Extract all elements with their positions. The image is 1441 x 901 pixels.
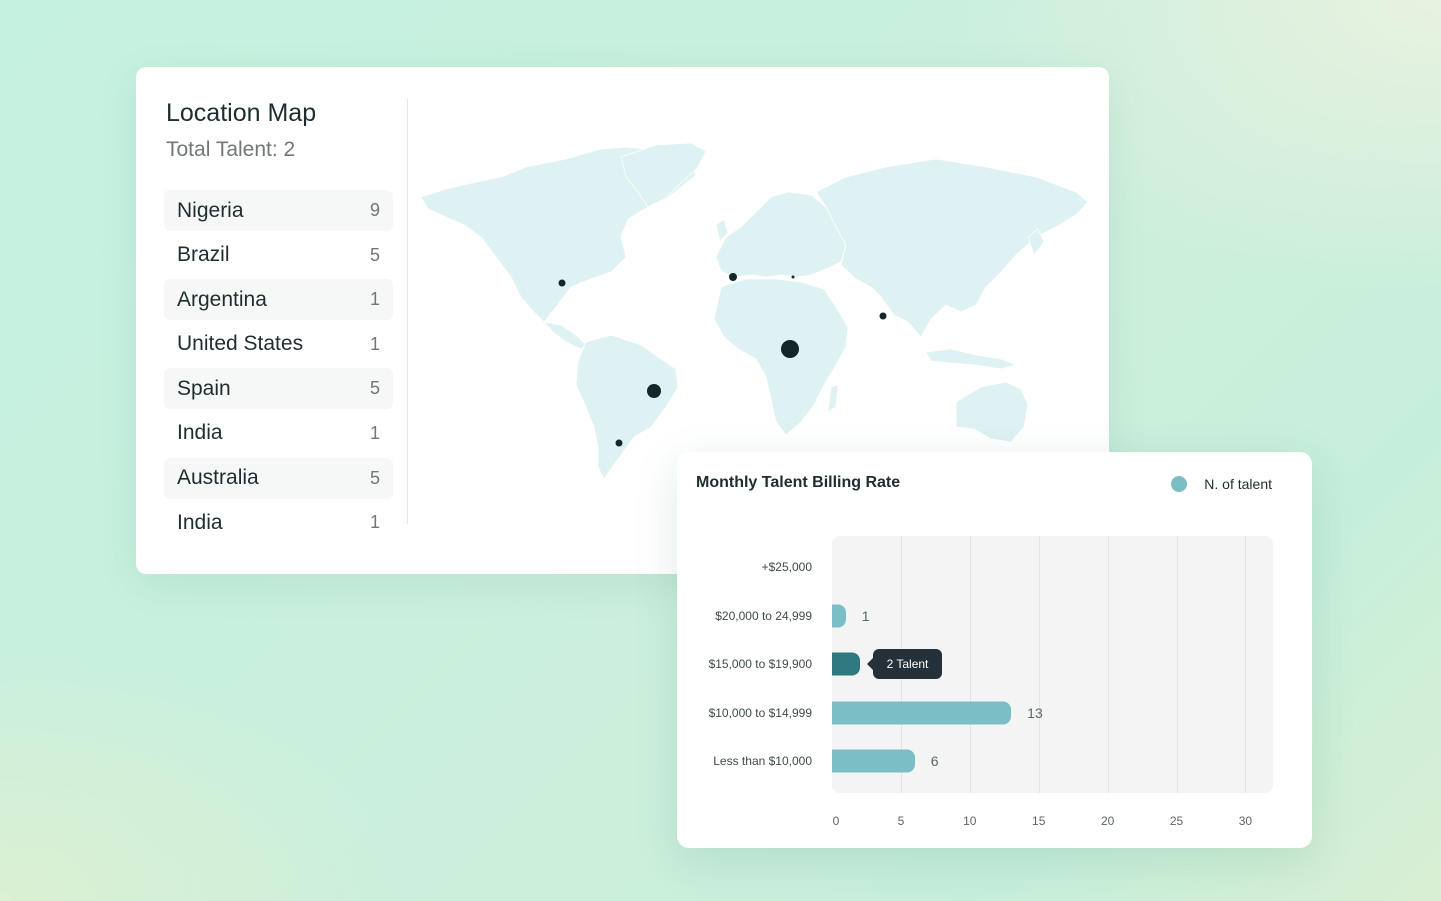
bar[interactable]: [832, 701, 1012, 725]
x-tick-label: 15: [1032, 814, 1046, 828]
country-name: Nigeria: [177, 198, 244, 222]
legend-label: N. of talent: [1204, 476, 1272, 492]
country-row[interactable]: Brazil 5: [164, 235, 393, 276]
legend-dot-icon: [1171, 476, 1188, 492]
chart-plot-area: 1 2 Talent 13 6: [832, 536, 1273, 793]
panel-divider: [407, 99, 408, 524]
location-map-title: Location Map: [166, 99, 317, 127]
grid-line: [1107, 536, 1109, 793]
country-count: 1: [369, 422, 380, 443]
marker-brazil[interactable]: [647, 384, 661, 398]
country-row[interactable]: Spain 5: [164, 368, 393, 410]
country-name: United States: [177, 332, 304, 356]
billing-rate-card: Monthly Talent Billing Rate N. of talent…: [677, 452, 1312, 848]
grid-line: [1038, 536, 1040, 793]
country-row[interactable]: Argentina 1: [164, 279, 393, 321]
country-count: 9: [369, 200, 380, 220]
chart-legend: N. of talent: [1171, 476, 1272, 492]
country-name: Spain: [177, 376, 231, 400]
x-tick-label: 30: [1238, 814, 1253, 828]
marker-spain[interactable]: [729, 273, 737, 281]
country-list: Nigeria 9 Brazil 5 Argentina 1 United St…: [164, 190, 393, 547]
category-label: +$25,000: [761, 560, 812, 574]
category-label: $10,000 to $14,999: [708, 706, 812, 720]
country-count: 5: [369, 244, 380, 265]
marker-united-states[interactable]: [558, 279, 566, 287]
x-tick-label: 5: [897, 814, 905, 828]
marker-india[interactable]: [879, 312, 887, 320]
country-row[interactable]: United States 1: [164, 324, 393, 365]
x-tick-label: 25: [1169, 814, 1184, 828]
country-name: Australia: [177, 466, 259, 490]
grid-line: [1245, 536, 1247, 793]
country-count: 5: [369, 467, 380, 488]
billing-rate-title: Monthly Talent Billing Rate: [696, 474, 901, 491]
country-name: Brazil: [177, 243, 230, 267]
bar-value-label: 1: [861, 608, 870, 624]
country-name: Argentina: [177, 287, 267, 311]
grid-line: [1176, 536, 1178, 793]
bar-tooltip: 2 Talent: [866, 649, 943, 679]
bar-value-label: 6: [930, 753, 939, 769]
country-count: 1: [369, 333, 380, 354]
country-count: 1: [369, 512, 380, 533]
australia-shape: [955, 381, 1029, 443]
bar[interactable]: [832, 749, 915, 773]
x-tick-label: 20: [1100, 814, 1115, 828]
marker-nigeria[interactable]: [781, 340, 799, 358]
x-tick-label: 10: [963, 814, 977, 828]
bar-value-label: 13: [1027, 705, 1043, 721]
x-tick-label: 0: [832, 814, 840, 828]
country-count: 5: [369, 378, 380, 399]
country-row[interactable]: Australia 5: [164, 457, 393, 499]
background-glow-bottom: [0, 641, 400, 901]
asia-shape: [815, 158, 1089, 338]
bar[interactable]: [832, 604, 846, 628]
central-america-shape: [542, 321, 587, 350]
country-name: India: [177, 510, 223, 534]
continents: [420, 142, 1089, 480]
country-row[interactable]: India 1: [164, 413, 393, 454]
south-america-shape: [575, 334, 679, 480]
indonesia-shape: [925, 348, 1018, 370]
country-row[interactable]: India 1: [164, 502, 393, 543]
category-label: $20,000 to 24,999: [715, 609, 812, 623]
total-talent-label: Total Talent: 2: [166, 138, 296, 161]
category-label: Less than $10,000: [713, 754, 812, 768]
bar[interactable]: [832, 652, 860, 676]
country-row[interactable]: Nigeria 9: [164, 190, 393, 231]
grid-line: [969, 536, 971, 793]
marker-turkey[interactable]: [791, 275, 795, 279]
world-map: [420, 142, 1089, 480]
country-count: 1: [369, 289, 380, 310]
madagascar-shape: [827, 384, 839, 413]
marker-argentina[interactable]: [615, 439, 623, 447]
country-name: India: [177, 421, 223, 445]
category-label: $15,000 to $19,900: [708, 657, 812, 671]
